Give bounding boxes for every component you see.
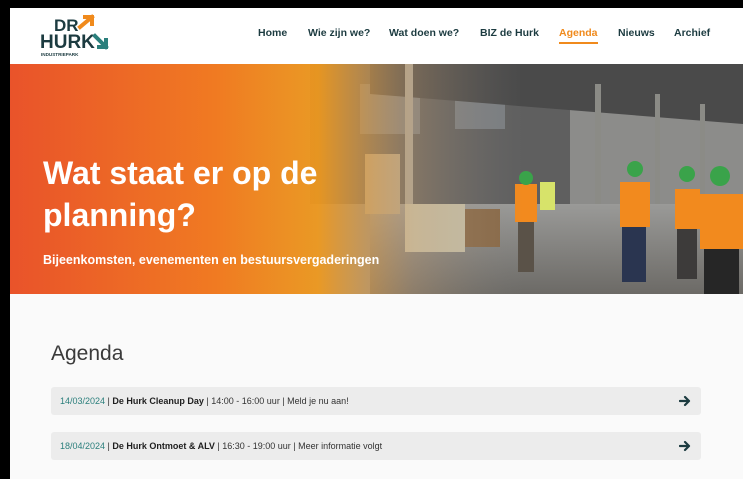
agenda-item[interactable]: 18/04/2024 | De Hurk Ontmoet & ALV | 16:… <box>51 432 701 460</box>
nav-wie-zijn-we[interactable]: Wie zijn we? <box>308 27 370 39</box>
hero-title: Wat staat er op de planning? <box>43 155 318 233</box>
agenda-item-details: | 14:00 - 16:00 uur | Meld je nu aan! <box>203 396 349 406</box>
logo-tagline: INDUSTRIEPARK <box>41 52 79 57</box>
logo-line2: HURK <box>40 32 95 53</box>
hero-banner: Wat staat er op de planning? Bijeenkomst… <box>10 64 743 294</box>
nav-nieuws[interactable]: Nieuws <box>618 27 655 39</box>
browser-viewport: DR HURK INDUSTRIEPARK Home Wie zijn we? … <box>10 8 743 479</box>
logo-arrow-icon <box>77 14 95 30</box>
agenda-item-details: | 16:30 - 19:00 uur | Meer informatie vo… <box>214 441 383 451</box>
site-logo[interactable]: DR HURK INDUSTRIEPARK <box>40 14 110 58</box>
arrow-right-icon[interactable] <box>679 395 691 407</box>
nav-home[interactable]: Home <box>258 27 287 39</box>
agenda-heading: Agenda <box>51 342 124 365</box>
arrow-right-icon[interactable] <box>679 440 691 452</box>
hero-subtitle: Bijeenkomsten, evenementen en bestuursve… <box>43 253 380 267</box>
nav-active-indicator <box>559 42 598 44</box>
agenda-section: Agenda 14/03/2024 | De Hurk Cleanup Day … <box>10 294 743 479</box>
agenda-item-date: 18/04/2024 <box>60 441 106 451</box>
nav-biz-de-hurk[interactable]: BIZ de Hurk <box>480 27 539 39</box>
agenda-item-text: 14/03/2024 | De Hurk Cleanup Day | 14:00… <box>60 396 349 406</box>
nav-archief[interactable]: Archief <box>674 27 710 39</box>
site-header: DR HURK INDUSTRIEPARK Home Wie zijn we? … <box>10 8 743 64</box>
agenda-item-date: 14/03/2024 <box>60 396 106 406</box>
agenda-item[interactable]: 14/03/2024 | De Hurk Cleanup Day | 14:00… <box>51 387 701 415</box>
nav-agenda[interactable]: Agenda <box>559 27 598 39</box>
agenda-item-title: De Hurk Cleanup Day <box>112 396 204 406</box>
agenda-item-text: 18/04/2024 | De Hurk Ontmoet & ALV | 16:… <box>60 441 383 451</box>
logo-arrow-down-icon <box>92 33 109 50</box>
agenda-item-title: De Hurk Ontmoet & ALV <box>112 441 215 451</box>
nav-wat-doen-we[interactable]: Wat doen we? <box>389 27 459 39</box>
